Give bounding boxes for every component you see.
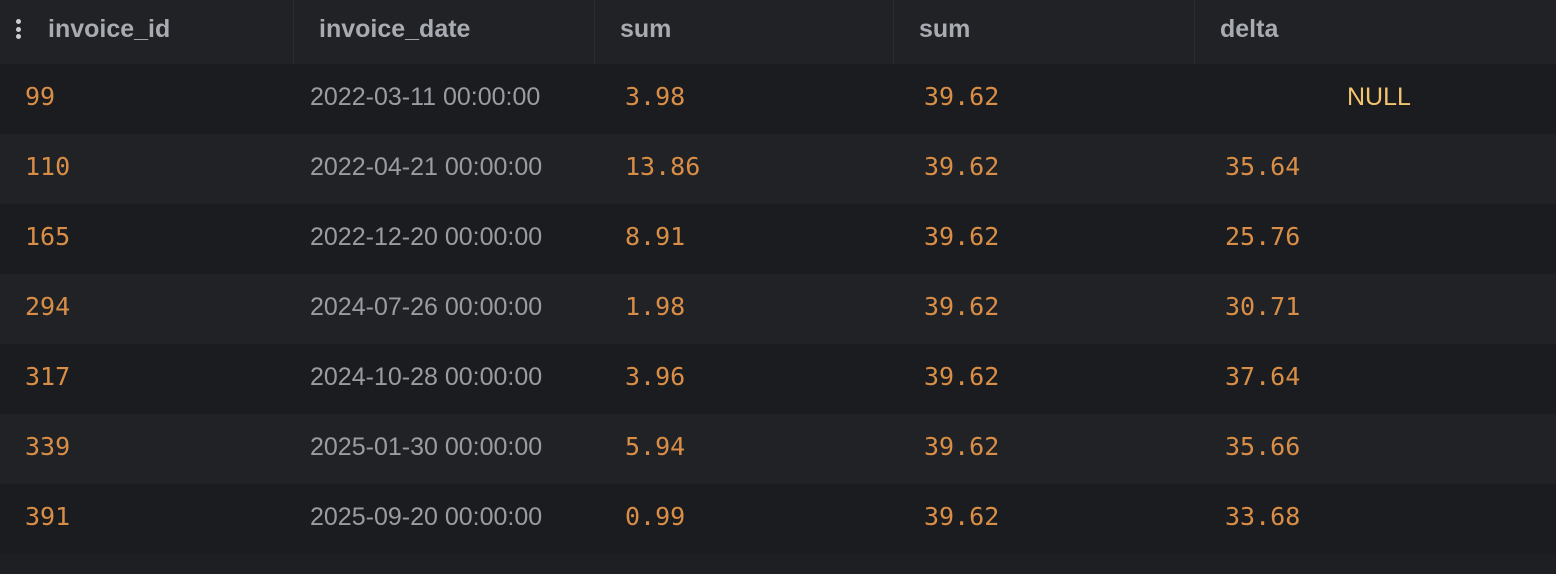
column-header-invoice-date[interactable]: invoice_date <box>294 0 595 64</box>
cell-delta[interactable]: 35.64 <box>1195 134 1556 204</box>
cell-invoice-id[interactable]: 317 <box>0 344 294 414</box>
column-header-label: sum <box>620 15 672 43</box>
cell-sum-2[interactable]: 39.62 <box>894 344 1195 414</box>
cell-sum-2[interactable]: 39.62 <box>894 204 1195 274</box>
cell-sum-2[interactable]: 39.62 <box>894 64 1195 134</box>
column-header-label: invoice_id <box>48 15 171 43</box>
cell-invoice-id[interactable]: 294 <box>0 274 294 344</box>
cell-delta[interactable]: 37.64 <box>1195 344 1556 414</box>
cell-invoice-id[interactable]: 391 <box>0 484 294 554</box>
cell-invoice-date[interactable]: 2022-04-21 00:00:00 <box>294 134 595 204</box>
table-row[interactable]: 165 2022-12-20 00:00:00 8.91 39.62 25.76 <box>0 204 1556 274</box>
cell-sum-2[interactable]: 39.62 <box>894 484 1195 554</box>
table-row[interactable]: 317 2024-10-28 00:00:00 3.96 39.62 37.64 <box>0 344 1556 414</box>
column-header-label: delta <box>1220 15 1279 43</box>
cell-sum[interactable]: 5.94 <box>595 414 894 484</box>
cell-sum[interactable]: 0.99 <box>595 484 894 554</box>
table-row[interactable]: 391 2025-09-20 00:00:00 0.99 39.62 33.68 <box>0 484 1556 554</box>
cell-invoice-date[interactable]: 2025-09-20 00:00:00 <box>294 484 595 554</box>
column-header-invoice-id[interactable]: invoice_id <box>0 0 294 64</box>
cell-invoice-id[interactable]: 99 <box>0 64 294 134</box>
table-row[interactable]: 339 2025-01-30 00:00:00 5.94 39.62 35.66 <box>0 414 1556 484</box>
table-row[interactable]: 99 2022-03-11 00:00:00 3.98 39.62 NULL <box>0 64 1556 134</box>
column-header-delta[interactable]: delta <box>1195 0 1556 64</box>
cell-sum[interactable]: 13.86 <box>595 134 894 204</box>
kebab-menu-icon[interactable] <box>15 19 21 39</box>
cell-invoice-id[interactable]: 110 <box>0 134 294 204</box>
column-header-sum-2[interactable]: sum <box>894 0 1195 64</box>
cell-invoice-date[interactable]: 2024-10-28 00:00:00 <box>294 344 595 414</box>
column-header-sum[interactable]: sum <box>595 0 894 64</box>
cell-invoice-id[interactable]: 339 <box>0 414 294 484</box>
cell-invoice-date[interactable]: 2022-03-11 00:00:00 <box>294 64 595 134</box>
table-row[interactable]: 294 2024-07-26 00:00:00 1.98 39.62 30.71 <box>0 274 1556 344</box>
column-header-label: sum <box>919 15 971 43</box>
cell-invoice-date[interactable]: 2025-01-30 00:00:00 <box>294 414 595 484</box>
grid-bottom-padding <box>0 554 1556 574</box>
cell-sum-2[interactable]: 39.62 <box>894 414 1195 484</box>
cell-delta[interactable]: 33.68 <box>1195 484 1556 554</box>
cell-delta[interactable]: 25.76 <box>1195 204 1556 274</box>
cell-sum-2[interactable]: 39.62 <box>894 134 1195 204</box>
cell-invoice-date[interactable]: 2024-07-26 00:00:00 <box>294 274 595 344</box>
table-row[interactable]: 110 2022-04-21 00:00:00 13.86 39.62 35.6… <box>0 134 1556 204</box>
column-header-label: invoice_date <box>319 15 471 43</box>
cell-delta[interactable]: 30.71 <box>1195 274 1556 344</box>
cell-sum-2[interactable]: 39.62 <box>894 274 1195 344</box>
cell-sum[interactable]: 8.91 <box>595 204 894 274</box>
cell-sum[interactable]: 3.96 <box>595 344 894 414</box>
grid-header: invoice_id invoice_date sum sum delta <box>0 0 1556 64</box>
cell-invoice-id[interactable]: 165 <box>0 204 294 274</box>
result-grid: invoice_id invoice_date sum sum delta 99… <box>0 0 1556 574</box>
cell-delta-null[interactable]: NULL <box>1195 64 1556 134</box>
cell-delta[interactable]: 35.66 <box>1195 414 1556 484</box>
cell-sum[interactable]: 1.98 <box>595 274 894 344</box>
cell-invoice-date[interactable]: 2022-12-20 00:00:00 <box>294 204 595 274</box>
cell-sum[interactable]: 3.98 <box>595 64 894 134</box>
